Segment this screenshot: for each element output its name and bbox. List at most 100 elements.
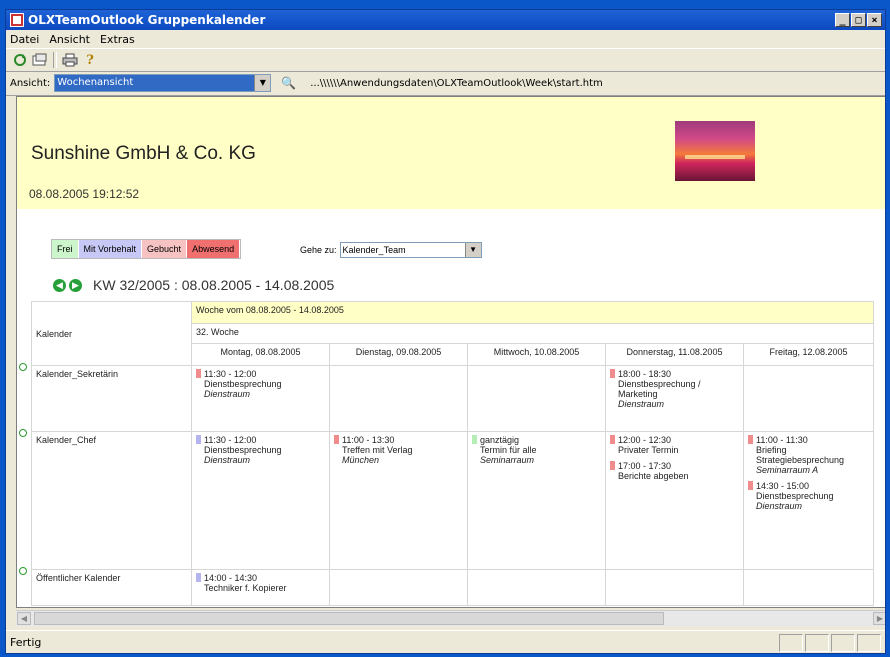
status-marker — [610, 369, 615, 378]
scroll-left-icon[interactable]: ◀ — [17, 612, 31, 625]
print-icon[interactable] — [60, 51, 80, 69]
appointment-title: Privater Termin — [618, 445, 679, 455]
day-cell[interactable] — [742, 365, 875, 432]
legend-mit-vorbehalt: Mit Vorbehalt — [78, 240, 143, 258]
status-pane — [805, 633, 829, 652]
appointment-place: Dienstraum — [756, 501, 803, 511]
day-cell[interactable] — [467, 365, 606, 432]
appointment-time: 17:00 - 17:30 — [618, 461, 672, 471]
calendar-name[interactable]: Öffentlicher Kalender — [31, 569, 192, 606]
menu-datei[interactable]: Datei — [10, 33, 39, 46]
appointment-time: 11:00 - 11:30 — [756, 435, 808, 445]
appointment[interactable]: 14:00 - 14:30 Techniker f. Kopierer — [196, 573, 325, 593]
prev-week-icon[interactable]: ◀ — [53, 278, 66, 292]
calendar-row: Öffentlicher Kalender 14:00 - 14:30 Techni… — [31, 569, 875, 606]
appointment-title: Dienstbesprechung — [204, 379, 282, 389]
appointment-title: Techniker f. Kopierer — [204, 583, 287, 593]
day-cell[interactable]: 11:30 - 12:00 Dienstbesprechung Dienstraum — [191, 365, 330, 432]
day-cell[interactable] — [329, 569, 468, 606]
status-marker — [334, 435, 339, 444]
scroll-right-icon[interactable]: ▶ — [873, 612, 885, 625]
week-number-header: 32. Woche — [190, 323, 875, 344]
appointment-title: Briefing Strategiebesprechung — [756, 445, 845, 465]
day-cell[interactable]: 11:30 - 12:00 Dienstbesprechung Dienstraum — [191, 431, 330, 570]
day-header: Freitag, 12.08.2005 — [742, 343, 875, 366]
refresh-icon[interactable] — [10, 51, 30, 69]
page-header: Sunshine GmbH & Co. KG 08.08.2005 19:12:… — [17, 97, 885, 209]
view-select[interactable]: Wochenansicht ▼ — [54, 74, 272, 92]
day-cell[interactable]: 18:00 - 18:30 Dienstbesprechung / Marketi… — [605, 365, 744, 432]
scrollbar-thumb[interactable] — [34, 612, 664, 625]
day-header: Mittwoch, 10.08.2005 — [467, 343, 606, 366]
goto-select-value: Kalender_Team — [342, 245, 406, 255]
address-bar: Ansicht: Wochenansicht ▼ 🔍 ...\\\\\\Anwe… — [6, 71, 885, 96]
week-range-header: Woche vom 08.08.2005 - 14.08.2005 — [190, 301, 875, 324]
week-label: KW 32/2005 : 08.08.2005 - 14.08.2005 — [93, 277, 335, 293]
horizontal-scrollbar[interactable]: ◀ ▶ — [16, 610, 885, 627]
appointment[interactable]: 18:00 - 18:30 Dienstbesprechung / Marketi… — [610, 369, 739, 409]
menu-bar: Datei Ansicht Extras — [6, 30, 885, 48]
status-pane — [857, 633, 881, 652]
day-cell[interactable] — [605, 569, 744, 606]
view-label: Ansicht: — [10, 77, 51, 89]
maximize-button[interactable]: □ — [851, 13, 866, 27]
goto-select[interactable]: Kalender_Team ▼ — [339, 242, 482, 258]
chevron-down-icon[interactable]: ▼ — [464, 243, 481, 257]
appointment[interactable]: ganztägig Termin für alle Seminarraum — [472, 435, 601, 465]
status-marker — [196, 435, 201, 444]
day-cell[interactable]: 11:00 - 13:30 Treffen mit Verlag München — [329, 431, 468, 570]
row-marker-icon — [19, 363, 27, 371]
appointment-title: Dienstbesprechung — [756, 491, 834, 501]
title-bar: OLXTeamOutlook Gruppenkalender _ □ × — [6, 10, 885, 30]
open-icon[interactable] — [30, 51, 50, 69]
calendar-name[interactable]: Kalender_Chef — [31, 431, 192, 570]
menu-extras[interactable]: Extras — [100, 33, 135, 46]
day-cell[interactable] — [329, 365, 468, 432]
status-marker — [748, 481, 753, 490]
appointment[interactable]: 14:30 - 15:00 Dienstbesprechung Dienstraum — [748, 481, 869, 511]
status-pane — [831, 633, 855, 652]
status-marker — [472, 435, 477, 444]
day-cell[interactable]: ganztägig Termin für alle Seminarraum — [467, 431, 606, 570]
status-pane — [779, 633, 803, 652]
day-cell[interactable]: 11:00 - 11:30 Briefing Strategiebesprechu… — [742, 431, 875, 570]
menu-ansicht[interactable]: Ansicht — [49, 33, 90, 46]
appointment-time: 14:00 - 14:30 — [204, 573, 258, 583]
appointment-title: Dienstbesprechung — [204, 445, 282, 455]
day-cell[interactable] — [467, 569, 606, 606]
calendar-name[interactable]: Kalender_Sekretärin — [31, 365, 192, 432]
appointment-time: 18:00 - 18:30 — [618, 369, 672, 379]
status-text: Fertig — [10, 636, 42, 649]
row-marker-icon — [19, 567, 27, 575]
file-path: ...\\\\\\Anwendungsdaten\OLXTeamOutlook\… — [310, 77, 603, 89]
appointment[interactable]: 11:00 - 13:30 Treffen mit Verlag München — [334, 435, 463, 465]
window-title: OLXTeamOutlook Gruppenkalender — [28, 13, 266, 27]
appointment-time: 11:00 - 13:30 — [342, 435, 395, 445]
chevron-down-icon[interactable]: ▼ — [254, 75, 271, 91]
appointment[interactable]: 17:00 - 17:30 Berichte abgeben — [610, 461, 739, 481]
calendar-row: Kalender_Chef 11:30 - 12:00 Dienstbesprech… — [31, 431, 875, 570]
minimize-button[interactable]: _ — [835, 13, 850, 27]
appointment[interactable]: 11:00 - 11:30 Briefing Strategiebesprechu… — [748, 435, 869, 475]
appointment[interactable]: 11:30 - 12:00 Dienstbesprechung Dienstraum — [196, 435, 325, 465]
status-bar: Fertig — [6, 630, 885, 653]
day-cell[interactable]: 12:00 - 12:30 Privater Termin 17:00 - 17:3… — [605, 431, 744, 570]
appointment-place: Dienstraum — [204, 455, 251, 465]
status-legend: Frei Mit Vorbehalt Gebucht Abwesend — [51, 239, 242, 259]
next-week-icon[interactable]: ▶ — [69, 278, 82, 292]
toolbar: ? — [6, 48, 885, 72]
appointment-time: 14:30 - 15:00 — [756, 481, 810, 491]
legend-gebucht: Gebucht — [142, 240, 188, 258]
appointment-title: Berichte abgeben — [618, 471, 689, 481]
appointment[interactable]: 12:00 - 12:30 Privater Termin — [610, 435, 739, 455]
current-datetime: 08.08.2005 19:12:52 — [29, 187, 140, 201]
close-button[interactable]: × — [867, 13, 882, 27]
day-cell[interactable] — [742, 569, 875, 606]
appointment[interactable]: 11:30 - 12:00 Dienstbesprechung Dienstraum — [196, 369, 325, 399]
appointment-time: ganztägig — [480, 435, 520, 445]
day-cell[interactable]: 14:00 - 14:30 Techniker f. Kopierer — [191, 569, 330, 606]
status-marker — [196, 573, 201, 582]
help-icon[interactable]: ? — [80, 51, 100, 69]
preview-icon[interactable]: 🔍 — [281, 76, 296, 90]
status-marker — [748, 435, 753, 444]
